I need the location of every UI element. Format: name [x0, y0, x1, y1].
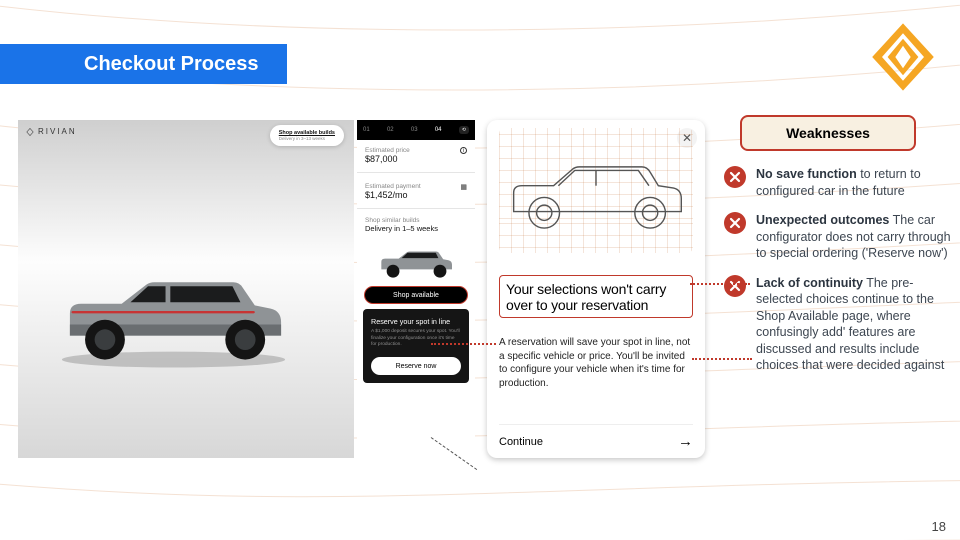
slide-title: Checkout Process — [0, 44, 287, 84]
modal-screenshot: ✕ Your selections won't carry over to yo… — [487, 120, 705, 458]
availability-pill: Shop available builds Delivery in 3–13 w… — [270, 125, 344, 146]
weakness-item: Lack of continuity The pre-selected choi… — [724, 275, 954, 374]
info-icon: i — [460, 147, 467, 154]
shop-available-button[interactable]: Shop available — [364, 286, 468, 304]
modal-headline: Your selections won't carry over to your… — [499, 275, 693, 318]
continue-button[interactable]: Continue — [499, 436, 543, 448]
x-circle-icon — [724, 275, 746, 297]
step-indicator: 01020304 ⟲ — [357, 120, 475, 140]
rivian-logo — [868, 22, 938, 97]
weakness-item: No save function to return to configured… — [724, 166, 954, 199]
reserve-block: Reserve your spot in line A $1,000 depos… — [363, 309, 469, 383]
configurator-screenshot: RIVIAN Shop available builds Delivery in… — [18, 120, 354, 458]
summary-panel-screenshot: 01020304 ⟲ Estimated price $87,000 i Est… — [357, 120, 475, 458]
vehicle-wireframe — [501, 141, 691, 241]
reserve-now-button[interactable]: Reserve now — [371, 357, 461, 375]
estimated-price: Estimated price $87,000 i — [357, 140, 475, 169]
calculator-icon: ▦ — [460, 183, 467, 191]
connector-line — [690, 283, 750, 285]
brand-logo: RIVIAN — [26, 127, 77, 136]
x-circle-icon — [724, 212, 746, 234]
weakness-list: No save function to return to configured… — [724, 166, 954, 387]
weakness-item: Unexpected outcomes The car configurator… — [724, 212, 954, 262]
modal-body: A reservation will save your spot in lin… — [499, 336, 693, 390]
mini-vehicle-icon — [373, 240, 459, 280]
connector-line — [431, 343, 496, 345]
arrow-right-icon[interactable]: → — [678, 433, 693, 450]
page-number: 18 — [932, 519, 946, 534]
undo-icon: ⟲ — [459, 126, 469, 134]
estimated-payment: Estimated payment $1,452/mo ▦ — [357, 176, 475, 205]
connector-line — [692, 358, 752, 360]
shop-similar: Shop similar builds Delivery in 1–5 week… — [357, 211, 475, 237]
x-circle-icon — [724, 166, 746, 188]
weaknesses-header: Weaknesses — [740, 115, 916, 151]
vehicle-render — [46, 248, 301, 368]
